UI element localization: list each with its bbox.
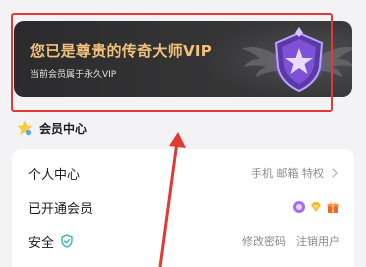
delete-account-link[interactable]: 注销用户 bbox=[296, 233, 340, 249]
star-icon bbox=[17, 120, 33, 136]
member-center-page: 您已是尊贵的传奇大师VIP 当前会员属于永久VIP 会员中心 个人中心 手机 邮… bbox=[0, 0, 366, 267]
list-item-security[interactable]: 安全 修改密码 注销用户 bbox=[12, 224, 354, 258]
purple-vip-icon bbox=[293, 201, 305, 213]
row-right-text: 手机 邮箱 特权 bbox=[251, 167, 324, 180]
list-item-activated-vip[interactable]: 已开通会员 bbox=[12, 190, 354, 224]
vip-subtitle: 当前会员属于永久VIP bbox=[30, 70, 117, 80]
change-password-link[interactable]: 修改密码 bbox=[242, 233, 286, 249]
shield-check-icon bbox=[61, 234, 73, 248]
row-right: 手机 邮箱 特权 bbox=[251, 165, 340, 181]
section-title: 会员中心 bbox=[39, 121, 88, 136]
vip-icons bbox=[289, 200, 340, 214]
gift-icon bbox=[327, 202, 339, 213]
vip-title: 您已是尊贵的传奇大师VIP bbox=[30, 42, 213, 60]
row-label: 安全 bbox=[28, 232, 74, 251]
security-actions: 修改密码 注销用户 bbox=[242, 233, 340, 249]
row-label: 已开通会员 bbox=[28, 201, 94, 217]
diamond-icon bbox=[311, 202, 321, 212]
member-center-header: 会员中心 bbox=[16, 118, 87, 138]
member-settings-list: 个人中心 手机 邮箱 特权 已开通会员 安全 修改密码 注销用户 bbox=[12, 149, 354, 267]
chevron-right-icon bbox=[332, 168, 338, 178]
security-label: 安全 bbox=[28, 235, 55, 251]
row-label: 个人中心 bbox=[28, 167, 81, 183]
legend-master-badge-icon bbox=[242, 27, 352, 93]
list-item-personal-center[interactable]: 个人中心 手机 邮箱 特权 bbox=[12, 156, 354, 190]
vip-status-card[interactable]: 您已是尊贵的传奇大师VIP 当前会员属于永久VIP bbox=[14, 21, 352, 97]
